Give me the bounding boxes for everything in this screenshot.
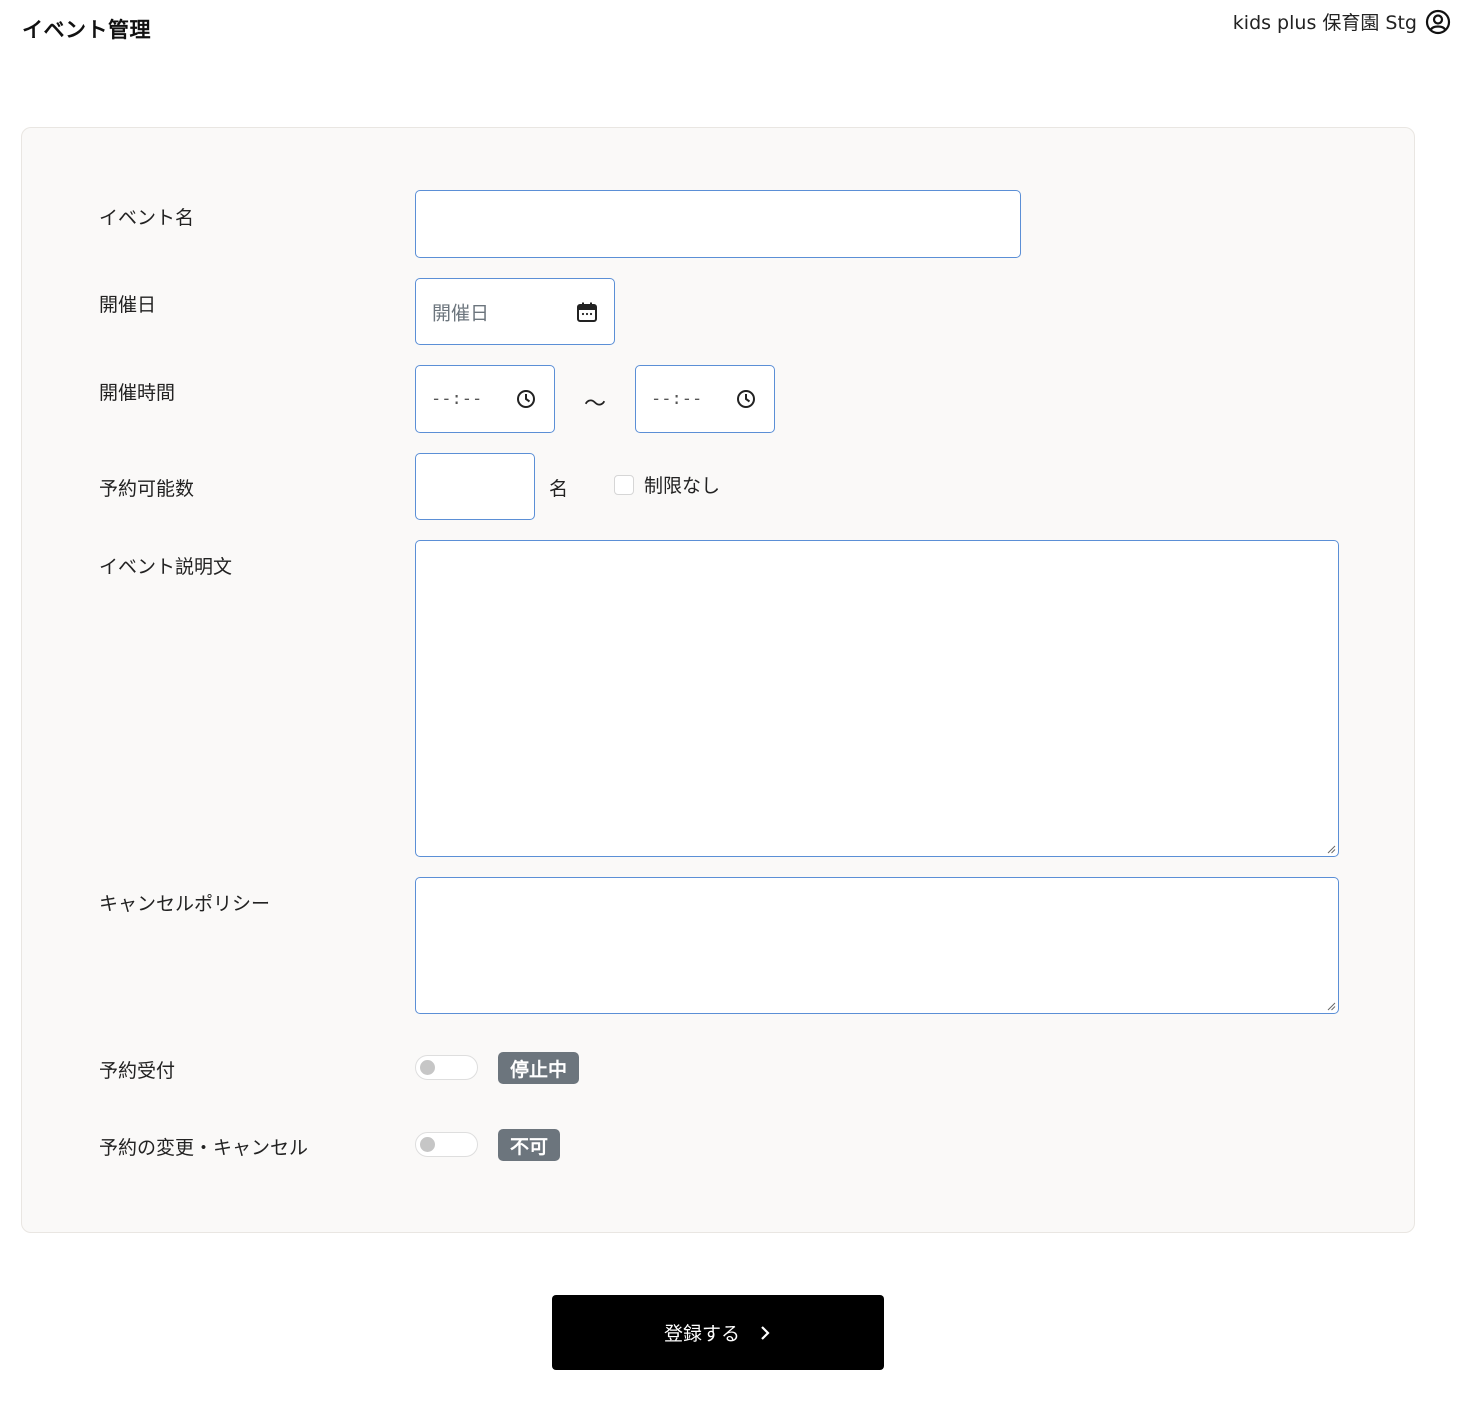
clock-icon[interactable] <box>516 389 536 409</box>
user-circle-icon[interactable] <box>1425 9 1451 35</box>
event-name-input[interactable] <box>415 190 1021 258</box>
event-form-card: イベント名 開催日 開催日 開催時間 --:-- ～ --:-- 予約可能数 名… <box>21 127 1415 1233</box>
user-menu[interactable]: kids plus 保育園 Stg <box>1233 8 1451 35</box>
unlimited-checkbox[interactable] <box>614 475 634 495</box>
reservation-acceptance-toggle[interactable] <box>415 1055 478 1080</box>
toggle-knob <box>420 1060 435 1075</box>
reservation-change-label: 予約の変更・キャンセル <box>99 1137 309 1159</box>
capacity-unit: 名 <box>549 478 569 500</box>
event-management-page: イベント管理 kids plus 保育園 Stg イベント名 開催日 開催日 開… <box>0 0 1465 1420</box>
toggle-knob <box>420 1137 435 1152</box>
page-title: イベント管理 <box>22 18 151 42</box>
event-name-label: イベント名 <box>99 207 195 229</box>
resize-handle-icon[interactable] <box>1326 844 1336 854</box>
time-separator: ～ <box>584 392 607 417</box>
unlimited-label[interactable]: 制限なし <box>644 471 720 498</box>
reservation-status-badge: 停止中 <box>498 1052 580 1084</box>
event-date-label: 開催日 <box>99 294 157 316</box>
clock-icon[interactable] <box>736 389 756 409</box>
chevron-right-icon <box>761 1325 770 1340</box>
calendar-icon[interactable] <box>576 301 598 323</box>
event-date-input[interactable]: 開催日 <box>415 278 615 345</box>
register-button[interactable]: 登録する <box>552 1295 884 1370</box>
start-time-input[interactable]: --:-- <box>415 365 555 433</box>
event-date-placeholder: 開催日 <box>432 302 490 324</box>
register-button-label: 登録する <box>663 1323 740 1345</box>
description-textarea[interactable] <box>415 540 1339 857</box>
capacity-input[interactable] <box>415 453 535 520</box>
event-time-label: 開催時間 <box>99 382 176 404</box>
user-name: kids plus 保育園 Stg <box>1232 12 1417 34</box>
cancel-policy-label: キャンセルポリシー <box>99 893 271 915</box>
resize-handle-icon[interactable] <box>1326 1001 1336 1011</box>
start-time-value: --:-- <box>431 389 483 409</box>
reservation-acceptance-label: 予約受付 <box>99 1060 176 1082</box>
end-time-input[interactable]: --:-- <box>635 365 775 433</box>
reservation-change-status-badge: 不可 <box>498 1129 561 1161</box>
reservation-change-toggle[interactable] <box>415 1132 478 1157</box>
end-time-value: --:-- <box>651 389 703 409</box>
cancel-policy-textarea[interactable] <box>415 877 1339 1014</box>
capacity-label: 予約可能数 <box>99 478 195 500</box>
description-label: イベント説明文 <box>99 556 233 578</box>
